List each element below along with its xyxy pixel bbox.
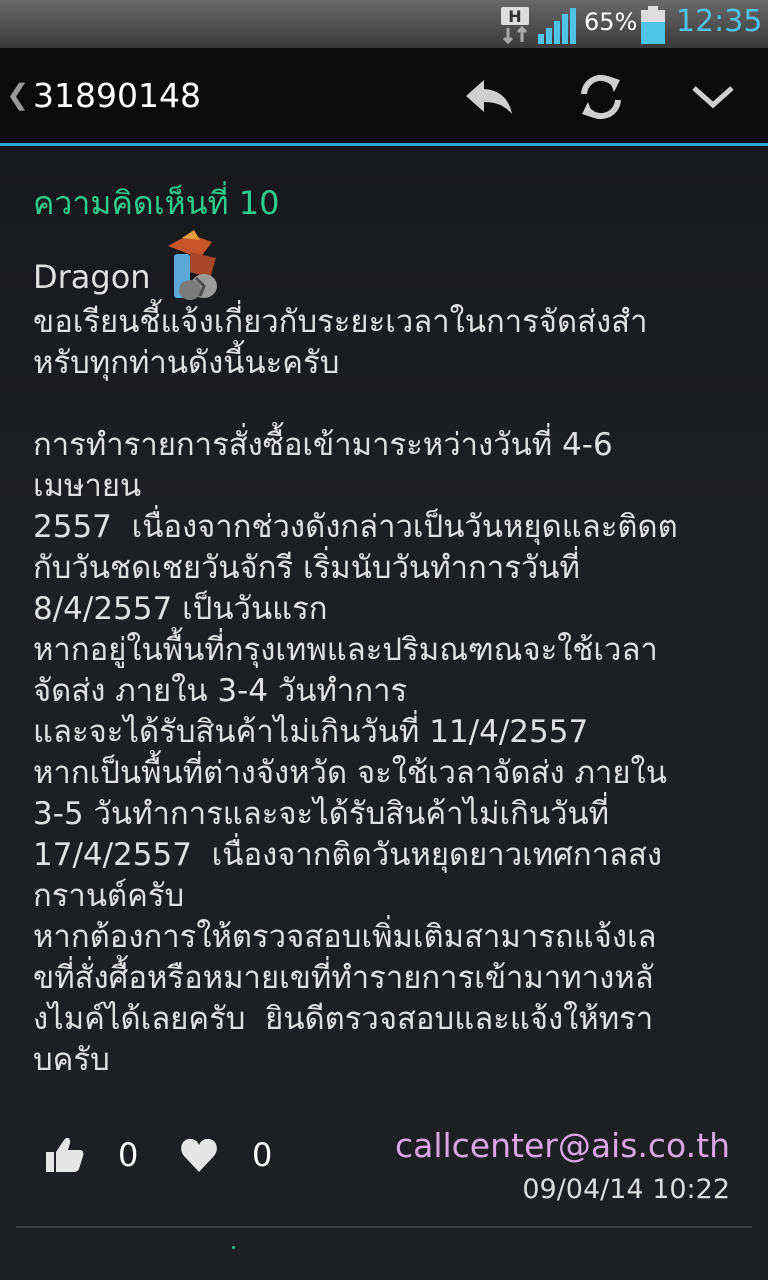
comment-number: ความคิดเห็นที่ 10 <box>33 184 280 222</box>
chevron-down-icon[interactable] <box>686 72 740 122</box>
reply-icon[interactable] <box>462 72 516 122</box>
loading-dot <box>232 1246 235 1249</box>
comment-divider <box>16 1226 752 1228</box>
battery-icon <box>641 6 665 44</box>
author-avatar-icon[interactable] <box>160 228 226 300</box>
clock: 12:35 <box>676 4 763 39</box>
network-badge: H <box>508 7 521 26</box>
heart-icon[interactable] <box>180 1136 218 1174</box>
thumbs-up-icon[interactable] <box>44 1134 84 1174</box>
back-icon[interactable]: ❮ <box>6 78 29 111</box>
hspa-data-icon: H <box>501 7 529 44</box>
heart-count: 0 <box>252 1136 273 1174</box>
poster-email: callcenter@ais.co.th <box>394 1126 730 1165</box>
post-timestamp: 09/04/14 10:22 <box>522 1174 730 1205</box>
topic-title[interactable]: 31890148 <box>33 76 201 115</box>
action-bar: ❮ 31890148 <box>0 48 768 144</box>
status-bar: H 65% 12:35 <box>0 0 768 48</box>
signal-strength-icon <box>538 8 576 44</box>
battery-percent: 65% <box>584 8 638 36</box>
refresh-icon[interactable] <box>574 72 628 122</box>
comment-body: ขอเรียนชี้แจ้งเกี่ยวกับระยะเวลาในการจัดส… <box>33 304 678 1078</box>
like-count: 0 <box>118 1136 139 1174</box>
screen: H 65% 12:35 ❮ 31890148 ความคิดเห็นที่ 10… <box>0 0 768 1280</box>
author-name[interactable]: Dragon <box>33 258 151 296</box>
action-bar-divider <box>0 143 768 146</box>
